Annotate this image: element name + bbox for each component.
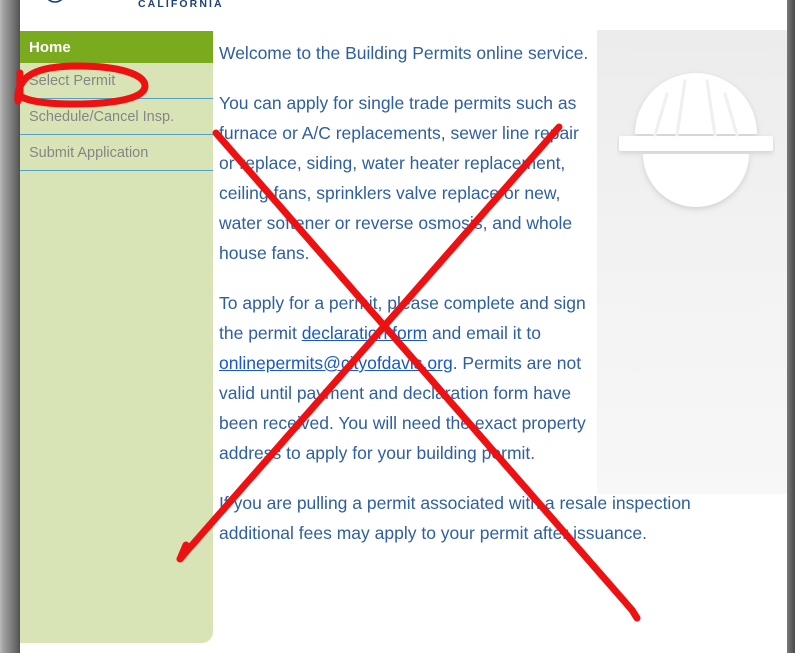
sidebar-item-select-permit[interactable]: Select Permit	[20, 63, 213, 99]
site-logo[interactable]: CALIFORNIA	[38, 0, 228, 16]
welcome-paragraph: Welcome to the Building Permits online s…	[219, 43, 589, 63]
permits-email-link[interactable]: onlinepermits@cityofdavis.org	[219, 353, 453, 373]
hero-panel	[597, 30, 795, 494]
sidebar-item-schedule-cancel-insp[interactable]: Schedule/Cancel Insp.	[20, 99, 213, 135]
declaration-form-link[interactable]: declaration form	[302, 323, 427, 343]
city-seal-arc-logo-icon	[47, 0, 63, 3]
sidebar-item-submit-application[interactable]: Submit Application	[20, 135, 213, 171]
sidebar-item-label: Home	[29, 38, 71, 56]
sidebar-nav: Home Select Permit Schedule/Cancel Insp.…	[20, 31, 213, 643]
apply-instructions-paragraph: To apply for a permit, please complete a…	[219, 288, 593, 468]
page-body: CALIFORNIA Home Select Permit Schedule/C…	[20, 0, 795, 653]
resale-inspection-paragraph: If you are pulling a permit associated w…	[219, 493, 691, 543]
right-window-gutter	[787, 0, 795, 653]
main-content: Welcome to the Building Permits online s…	[219, 38, 691, 568]
sidebar-item-label: Schedule/Cancel Insp.	[29, 108, 175, 125]
permit-types-paragraph: You can apply for single trade permits s…	[219, 93, 579, 263]
sidebar-item-label: Select Permit	[29, 72, 116, 89]
apply-text-mid: and email it to	[427, 323, 541, 343]
sidebar-item-label: Submit Application	[29, 144, 149, 161]
hard-hat-icon	[619, 73, 773, 207]
site-header: CALIFORNIA	[20, 0, 795, 22]
left-window-gutter	[0, 0, 20, 653]
sidebar-item-home[interactable]: Home	[20, 31, 213, 63]
logo-text: CALIFORNIA	[138, 0, 224, 10]
